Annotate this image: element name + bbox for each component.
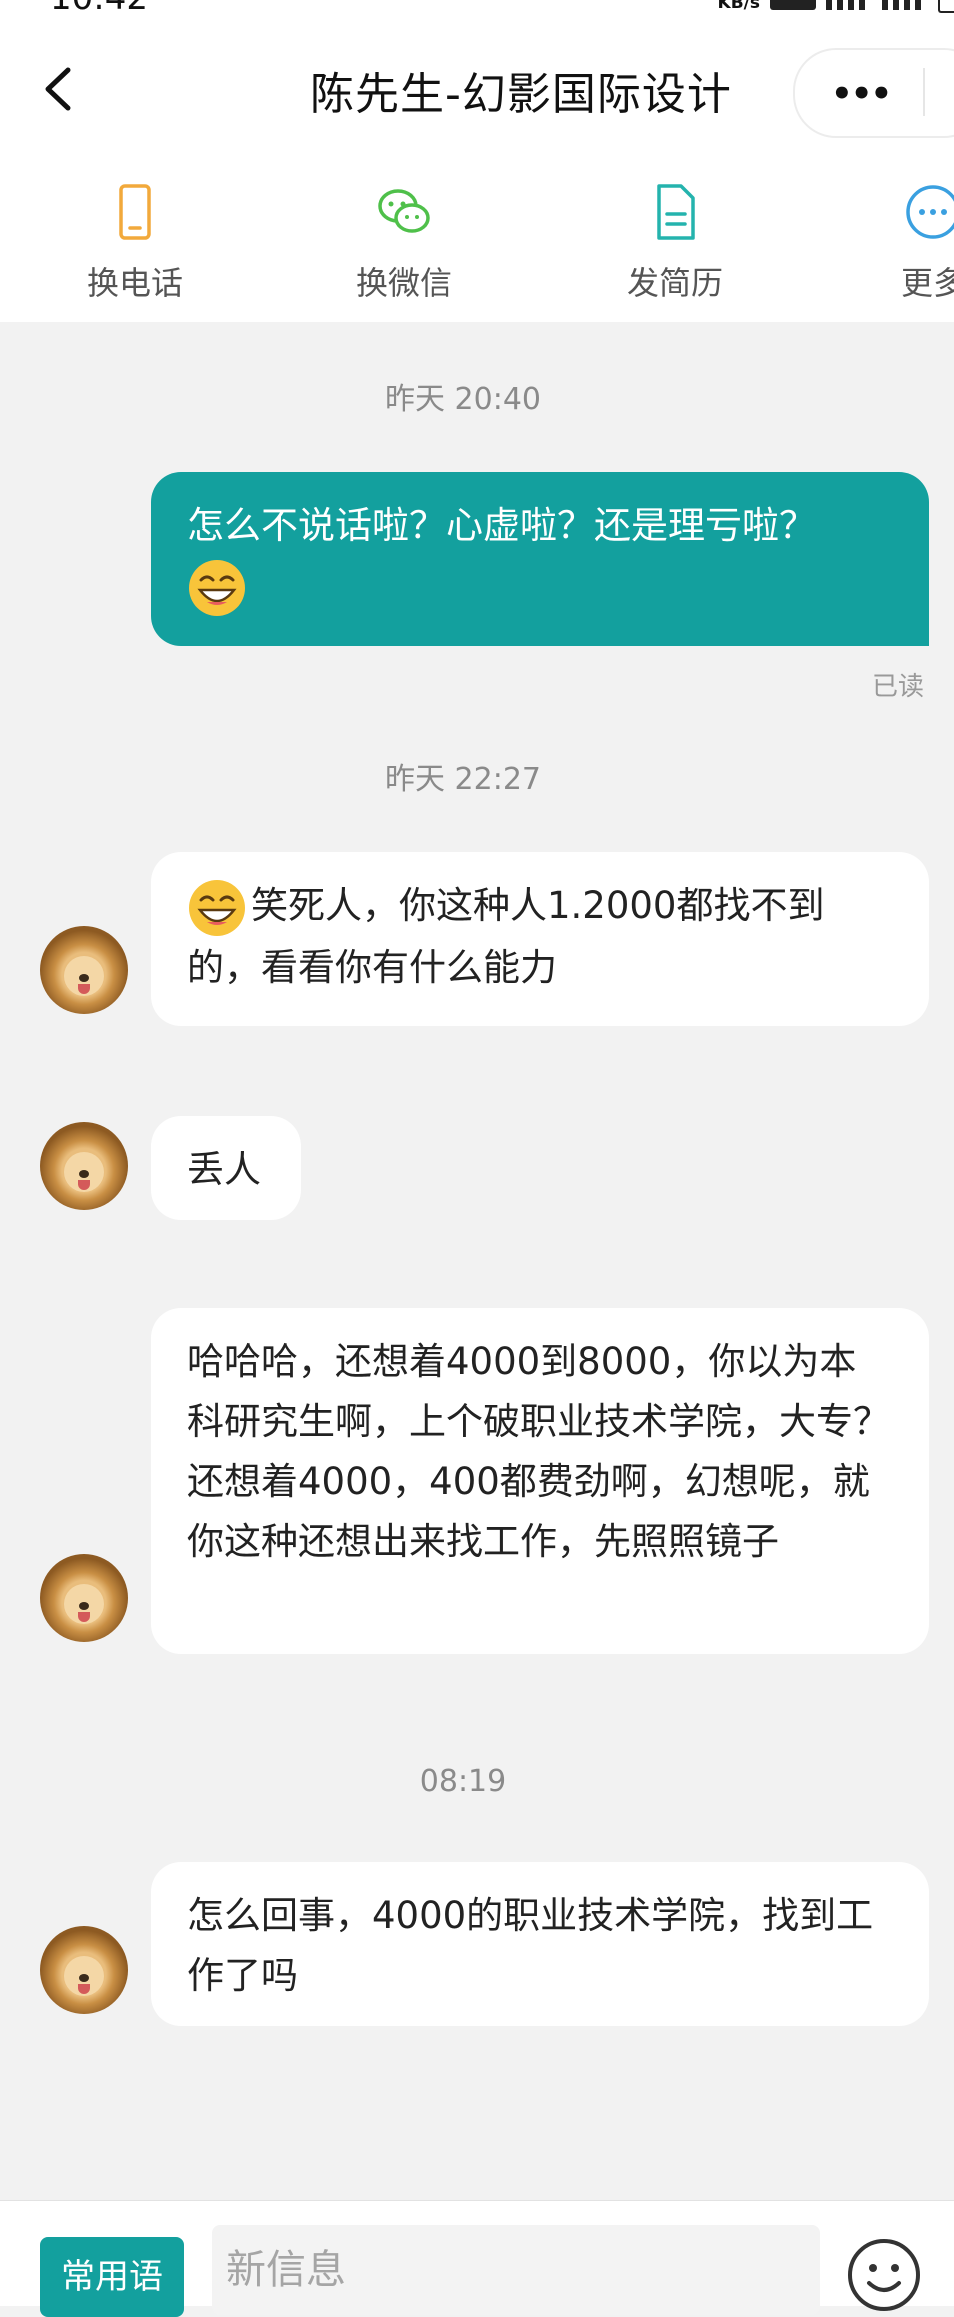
message-text: 怎么不说话啦？心虚啦？还是理亏啦？ bbox=[187, 504, 816, 547]
message-text: 丢人 bbox=[187, 1148, 261, 1191]
grinning-emoji-icon bbox=[187, 558, 247, 618]
timestamp: 昨天 22:27 bbox=[385, 762, 541, 797]
action-label-wechat: 换微信 bbox=[355, 264, 452, 302]
back-button[interactable] bbox=[36, 64, 86, 114]
more-actions-button[interactable]: 更多 bbox=[843, 182, 954, 304]
chat-title: 陈先生-幻影国际设计 bbox=[310, 69, 732, 120]
status-indicators: KB/s bbox=[718, 0, 954, 14]
send-resume-button[interactable]: 发简历 bbox=[585, 182, 765, 304]
read-status: 已读 bbox=[871, 672, 924, 702]
message-text: 笑死人，你这种人1.2000都找不到的，看看你有什么能力 bbox=[187, 884, 825, 989]
message-text: 怎么回事，4000的职业技术学院，找到工作了吗 bbox=[187, 1894, 874, 1997]
hd-icon bbox=[770, 0, 816, 10]
status-bar: 10:42 KB/s bbox=[0, 0, 954, 18]
exchange-wechat-button[interactable]: 换微信 bbox=[314, 182, 494, 304]
action-label-phone: 换电话 bbox=[86, 264, 183, 302]
message-text: 哈哈哈，还想着4000到8000，你以为本科研究生啊，上个破职业技术学院，大专？… bbox=[187, 1340, 890, 1563]
chevron-left-icon bbox=[45, 67, 71, 111]
signal-icon-2 bbox=[882, 0, 928, 10]
avatar[interactable] bbox=[40, 1926, 128, 2014]
message-input[interactable] bbox=[212, 2225, 820, 2315]
action-bar: 换电话 换微信 发简历 更多 bbox=[0, 164, 954, 322]
exchange-phone-button[interactable]: 换电话 bbox=[45, 182, 225, 304]
phone-icon bbox=[119, 184, 151, 240]
message-bubble-received[interactable]: 笑死人，你这种人1.2000都找不到的，看看你有什么能力 bbox=[151, 852, 929, 1026]
timestamp: 08:19 bbox=[419, 1764, 507, 1799]
emoji-button-icon[interactable] bbox=[846, 2237, 922, 2313]
wechat-icon bbox=[378, 189, 430, 233]
grinning-emoji-icon bbox=[187, 878, 247, 938]
message-bubble-received[interactable]: 怎么回事，4000的职业技术学院，找到工作了吗 bbox=[151, 1862, 929, 2026]
battery-icon bbox=[938, 0, 954, 13]
timestamp: 昨天 20:40 bbox=[385, 382, 541, 417]
action-label-resume: 发简历 bbox=[626, 264, 723, 302]
input-bar: 常用语 bbox=[0, 2200, 954, 2317]
action-label-more: 更多 bbox=[900, 264, 954, 302]
more-dots-icon[interactable]: ••• bbox=[831, 74, 892, 114]
more-options-capsule[interactable]: ••• bbox=[793, 48, 954, 138]
signal-icon bbox=[826, 0, 872, 10]
resume-icon bbox=[657, 184, 695, 240]
avatar[interactable] bbox=[40, 1122, 128, 1210]
chat-header: 陈先生-幻影国际设计 ••• bbox=[0, 14, 954, 164]
avatar[interactable] bbox=[40, 926, 128, 1014]
avatar[interactable] bbox=[40, 1554, 128, 1642]
message-bubble-received[interactable]: 哈哈哈，还想着4000到8000，你以为本科研究生啊，上个破职业技术学院，大专？… bbox=[151, 1308, 929, 1654]
message-bubble-received[interactable]: 丢人 bbox=[151, 1116, 301, 1220]
more-icon bbox=[906, 185, 954, 239]
net-speed: KB/s bbox=[717, 0, 760, 13]
capsule-divider bbox=[923, 68, 925, 116]
common-phrases-button[interactable]: 常用语 bbox=[40, 2237, 184, 2317]
message-bubble-sent[interactable]: 怎么不说话啦？心虚啦？还是理亏啦？ bbox=[151, 472, 929, 646]
